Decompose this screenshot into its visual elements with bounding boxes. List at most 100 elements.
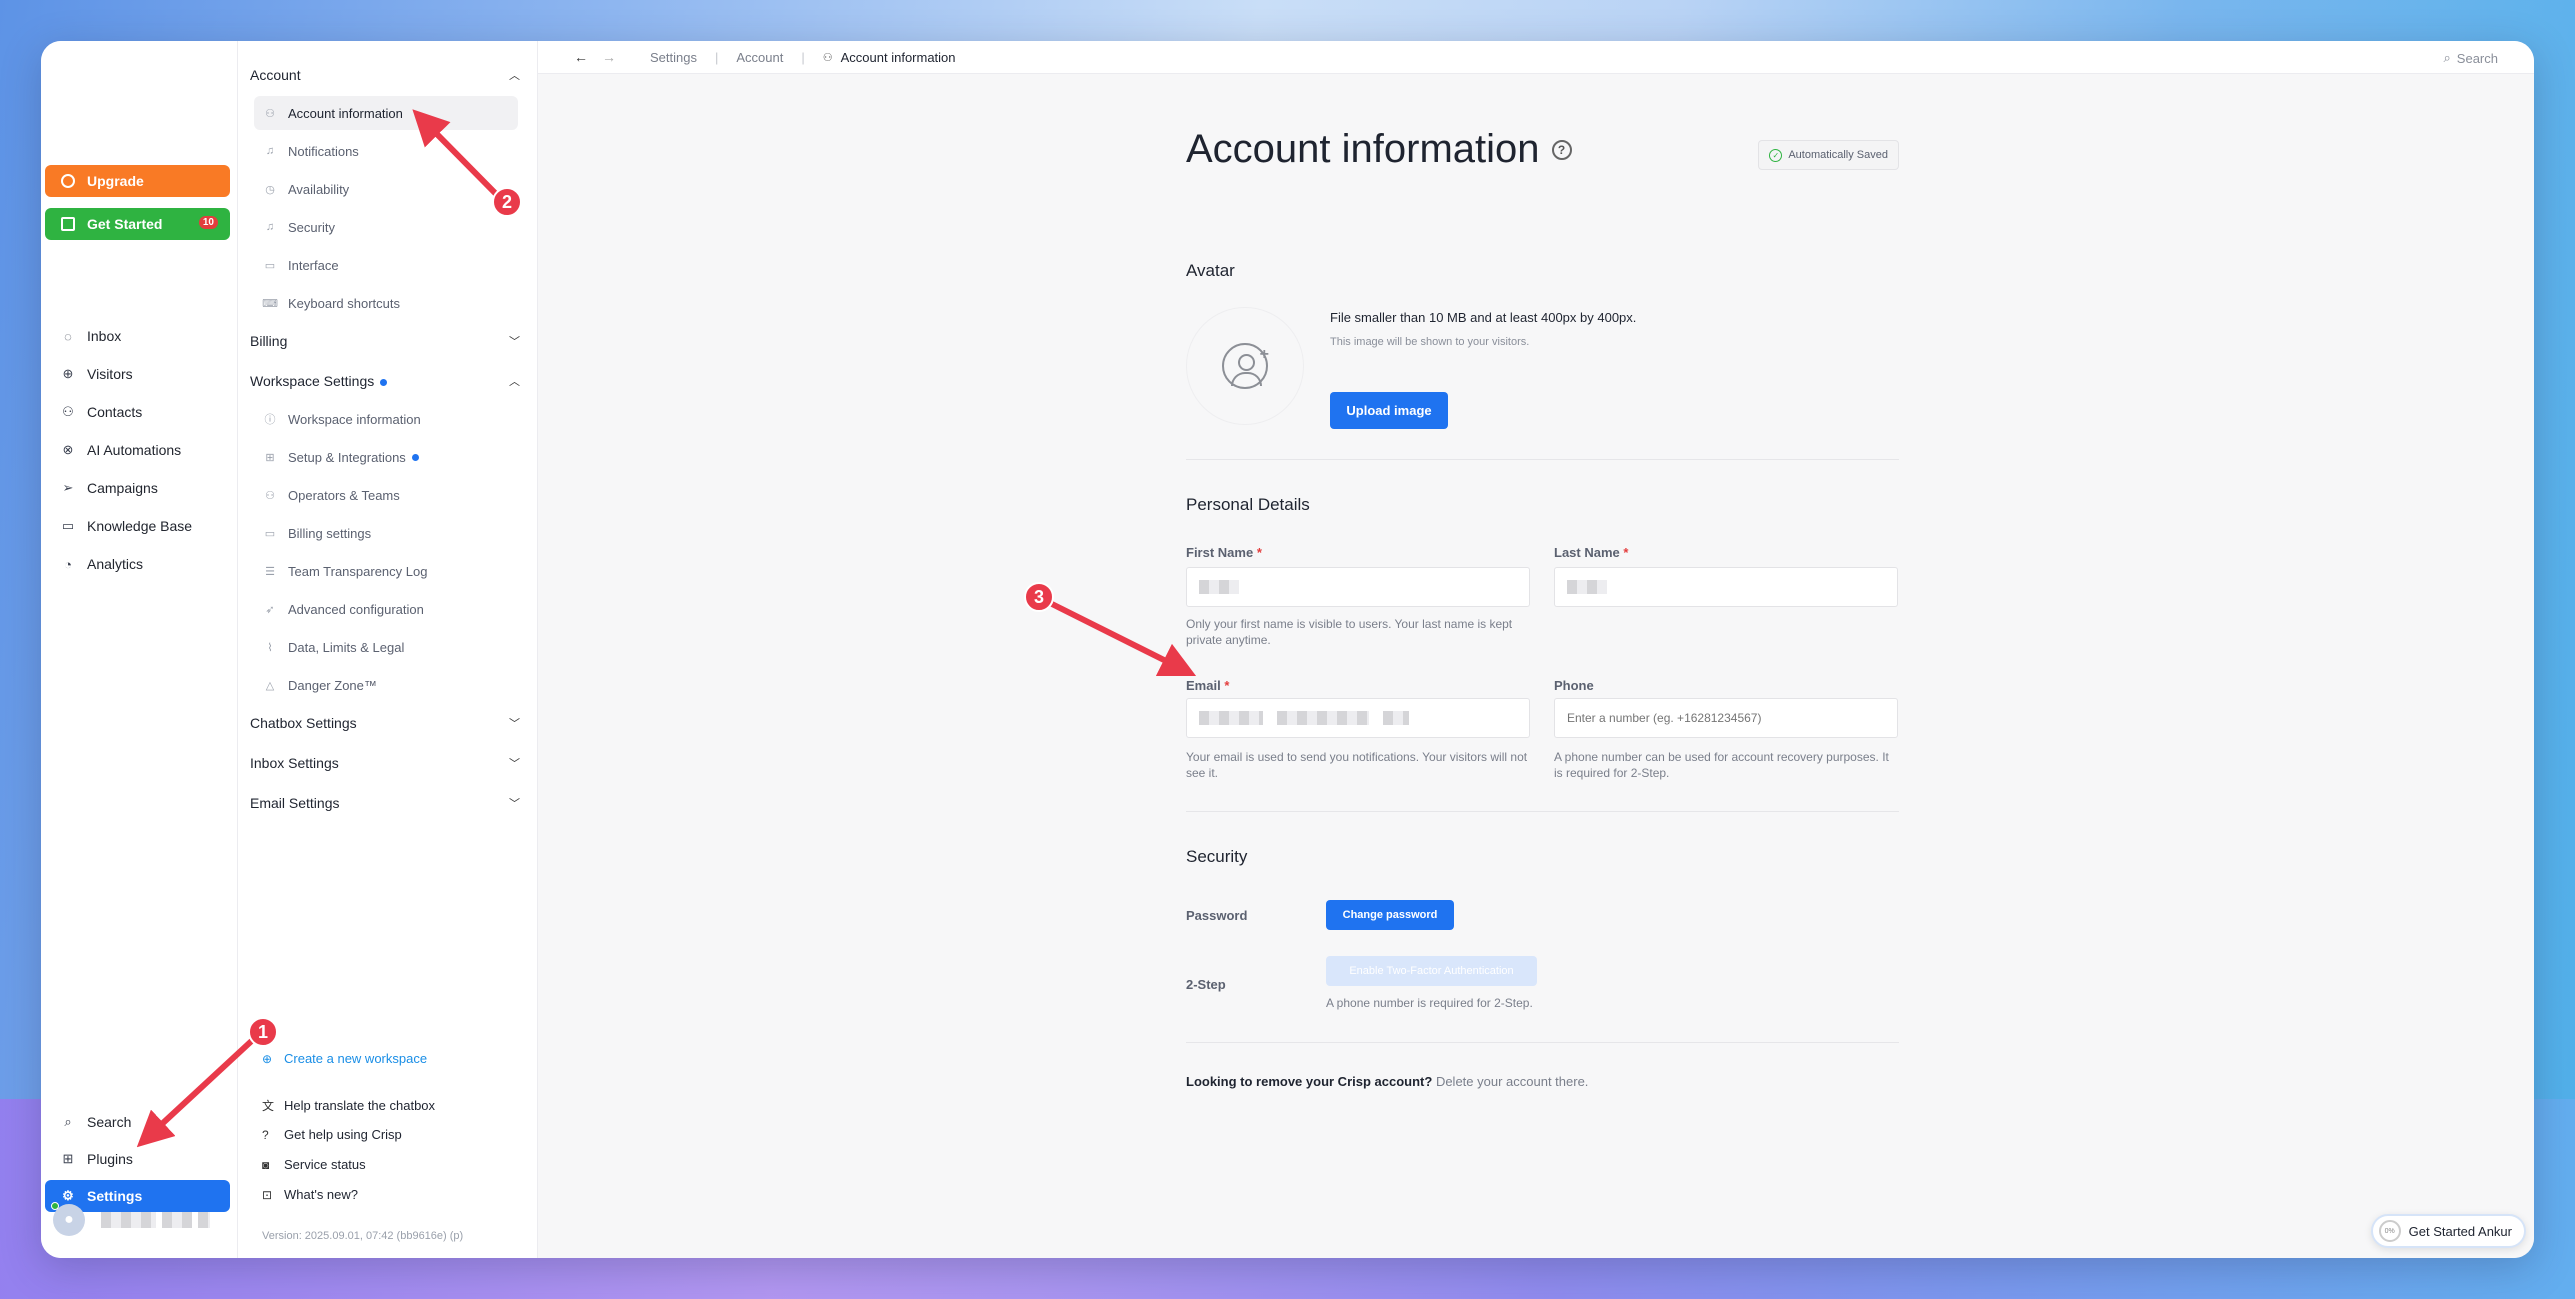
- breadcrumb-account[interactable]: Account: [736, 50, 783, 65]
- settings-item-label: Availability: [288, 181, 350, 197]
- last-name-label-text: Last Name: [1554, 545, 1620, 560]
- breadcrumb-separator: |: [714, 49, 719, 65]
- get-started-widget-label: Get Started Ankur: [2408, 1223, 2512, 1239]
- nav-campaigns[interactable]: ➢ Campaigns: [45, 472, 230, 504]
- nav-inbox[interactable]: ◌ Inbox: [45, 320, 230, 352]
- settings-item-setup-integrations[interactable]: ⊞ Setup & Integrations: [254, 440, 518, 474]
- link-label: Help translate the chatbox: [284, 1098, 436, 1113]
- user-icon: ⚇: [265, 489, 275, 502]
- settings-item-notifications[interactable]: ♫ Notifications: [254, 134, 518, 168]
- settings-item-availability[interactable]: ◷ Availability: [254, 172, 518, 206]
- last-name-field[interactable]: [1554, 567, 1898, 607]
- avatar[interactable]: ●: [51, 1202, 85, 1236]
- first-name-label: First Name *: [1186, 545, 1262, 560]
- settings-item-label: Workspace information: [288, 411, 421, 427]
- nav-visitors[interactable]: ⊕ Visitors: [45, 358, 230, 390]
- nav-search[interactable]: ⌕ Search: [45, 1106, 230, 1138]
- window-icon: ▭: [264, 259, 276, 272]
- delete-account-link[interactable]: Delete your account there.: [1436, 1074, 1588, 1089]
- breadcrumb-current: ⚇ Account information: [823, 50, 956, 65]
- page-title-text: Account information: [1186, 127, 1540, 171]
- avatar-upload-area[interactable]: +: [1186, 307, 1304, 425]
- section-workspace-settings[interactable]: Workspace Settings ︿: [250, 369, 520, 393]
- forward-arrow-icon[interactable]: →: [602, 49, 616, 65]
- section-label: Account: [250, 67, 301, 83]
- nav-label: Contacts: [87, 404, 143, 420]
- get-started-button[interactable]: Get Started 10: [45, 208, 230, 240]
- settings-item-data-limits-legal[interactable]: ⌇ Data, Limits & Legal: [254, 630, 518, 664]
- settings-item-team-transparency-log[interactable]: ☰ Team Transparency Log: [254, 554, 518, 588]
- get-started-widget[interactable]: 0% Get Started Ankur: [2370, 1214, 2526, 1248]
- required-mark: *: [1256, 545, 1262, 560]
- change-password-button[interactable]: Change password: [1326, 900, 1454, 930]
- redacted-email: [1383, 711, 1409, 725]
- settings-item-workspace-information[interactable]: ⓘ Workspace information: [254, 402, 518, 436]
- breadcrumb-separator: |: [801, 49, 805, 65]
- auto-saved-badge: ✓ Automatically Saved: [1758, 140, 1899, 170]
- settings-item-advanced-configuration[interactable]: ➶ Advanced configuration: [254, 592, 518, 626]
- nav-analytics[interactable]: ◔ Analytics: [45, 548, 230, 580]
- breadcrumb-settings[interactable]: Settings: [650, 50, 697, 65]
- info-icon: ⓘ: [264, 414, 276, 426]
- progress-ring: 0%: [2378, 1220, 2401, 1242]
- top-search-label: Search: [2456, 50, 2498, 66]
- avatar-file-note: This image will be shown to your visitor…: [1330, 336, 1530, 348]
- redacted-username: [162, 1212, 192, 1228]
- section-label: Inbox Settings: [250, 755, 339, 771]
- email-label: Email *: [1186, 678, 1229, 693]
- get-help-link[interactable]: ? Get help using Crisp: [262, 1127, 402, 1142]
- settings-item-label: Team Transparency Log: [288, 563, 428, 579]
- divider: [1186, 459, 1899, 460]
- settings-item-label: Interface: [288, 257, 339, 273]
- settings-item-label: Operators & Teams: [288, 487, 400, 503]
- settings-item-interface[interactable]: ▭ Interface: [254, 248, 518, 282]
- get-started-badge: 10: [198, 216, 218, 229]
- version-text: Version: 2025.09.01, 07:42 (bb9616e) (p): [262, 1230, 464, 1242]
- section-chatbox-settings[interactable]: Chatbox Settings ﹀: [250, 711, 520, 735]
- email-field[interactable]: [1186, 698, 1530, 738]
- back-arrow-icon[interactable]: ←: [574, 49, 588, 65]
- settings-item-operators-teams[interactable]: ⚇ Operators & Teams: [254, 478, 518, 512]
- rocket-icon: ➶: [265, 603, 275, 616]
- analytics-icon: ◔: [64, 556, 72, 572]
- bell-icon: ♫: [265, 221, 275, 233]
- settings-item-account-information[interactable]: ⚇ Account information: [254, 96, 518, 130]
- create-workspace-link[interactable]: ⊕ Create a new workspace: [262, 1051, 427, 1066]
- nav-contacts[interactable]: ⚇ Contacts: [45, 396, 230, 428]
- enable-2fa-button[interactable]: Enable Two-Factor Authentication: [1326, 956, 1537, 986]
- settings-item-danger-zone[interactable]: △ Danger Zone™: [254, 668, 518, 702]
- nav-plugins[interactable]: ⊞ Plugins: [45, 1143, 230, 1175]
- chevron-up-icon: ︿: [509, 70, 520, 82]
- upgrade-icon: [61, 174, 75, 188]
- section-inbox-settings[interactable]: Inbox Settings ﹀: [250, 751, 520, 775]
- help-translate-link[interactable]: 文 Help translate the chatbox: [262, 1097, 435, 1114]
- two-step-phone-requirement: A phone number is required for 2-Step.: [1326, 996, 1533, 1010]
- settings-item-label: Setup & Integrations: [288, 449, 406, 465]
- upload-image-button[interactable]: Upload image: [1330, 392, 1448, 429]
- section-account[interactable]: Account ︿: [250, 63, 520, 87]
- whats-new-link[interactable]: ⊡ What's new?: [262, 1187, 358, 1202]
- chevron-down-icon: ﹀: [509, 718, 520, 730]
- notification-dot: [380, 378, 388, 386]
- phone-field[interactable]: [1554, 698, 1898, 738]
- section-label: Email Settings: [250, 795, 340, 811]
- service-status-link[interactable]: ◙ Service status: [262, 1157, 366, 1172]
- nav-knowledge-base[interactable]: ▭ Knowledge Base: [45, 510, 230, 542]
- nav-ai-automations[interactable]: ⊗ AI Automations: [45, 434, 230, 466]
- upgrade-button[interactable]: Upgrade: [45, 165, 230, 197]
- log-icon: ☰: [265, 565, 275, 578]
- user-icon: ⚇: [265, 107, 275, 120]
- help-icon[interactable]: ?: [1551, 139, 1572, 160]
- first-name-field[interactable]: [1186, 567, 1530, 607]
- app-window: Upgrade Get Started 10 ◌ Inbox ⊕ Visitor…: [41, 41, 2534, 1258]
- settings-item-security[interactable]: ♫ Security: [254, 210, 518, 244]
- section-email-settings[interactable]: Email Settings ﹀: [250, 791, 520, 815]
- user-icon: ●: [64, 1211, 74, 1228]
- user-profile[interactable]: ●: [51, 1202, 210, 1236]
- nav-label: AI Automations: [87, 442, 182, 458]
- settings-item-billing-settings[interactable]: ▭ Billing settings: [254, 516, 518, 550]
- section-billing[interactable]: Billing ﹀: [250, 329, 520, 353]
- settings-item-keyboard-shortcuts[interactable]: ⌨ Keyboard shortcuts: [254, 286, 518, 320]
- main-sidebar: Upgrade Get Started 10 ◌ Inbox ⊕ Visitor…: [41, 41, 238, 1258]
- top-search-button[interactable]: ⌕ Search: [2444, 50, 2498, 66]
